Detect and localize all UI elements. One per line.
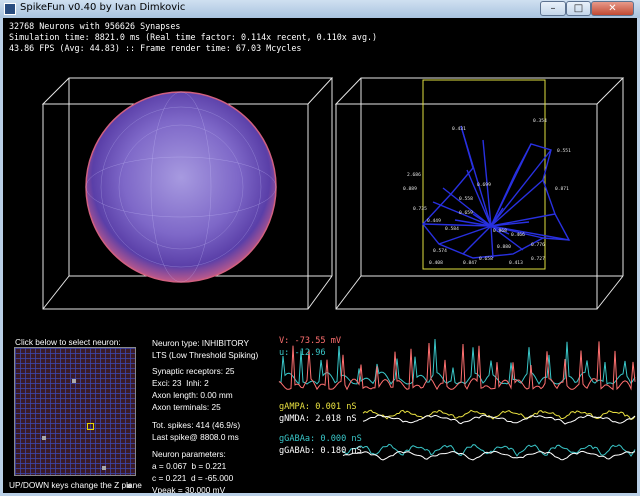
z-plane-frame (422, 79, 546, 270)
synapse-weight-label: 0.449 (427, 218, 441, 224)
synapse-weight-label: 0.408 (429, 260, 443, 266)
selected-neuron-marker[interactable] (87, 423, 94, 430)
cube-edge (307, 275, 333, 310)
gnmda-label: gNMDA: 2.018 nS (279, 414, 357, 424)
cube-edge (335, 275, 362, 310)
vpeak-text: Vpeak = 30.000 mV (152, 485, 226, 493)
connectivity-cube-view[interactable] (334, 77, 625, 310)
param-cd-text: c = 0.221 d = -65.000 (152, 473, 234, 483)
receptors-text: Synaptic receptors: 25 (152, 366, 235, 376)
last-spike-text: Last spike@ 8808.0 ms (152, 432, 239, 442)
synapse-weight-label: 0.658 (479, 256, 493, 262)
synapse-weight-label: 0.847 (463, 260, 477, 266)
synapse-edge (490, 179, 544, 227)
grid-title: Click below to select neuron: (15, 337, 121, 347)
render-viewport: 32768 Neurons with 956626 Synapses Simul… (3, 18, 637, 493)
neuron-selection-grid[interactable] (14, 347, 136, 488)
title-bar[interactable]: SpikeFun v0.40 by Ivan Dimkovic – □ ✕ (0, 0, 640, 18)
synapse-weight-label: 0.659 (459, 210, 473, 216)
synapse-weight-label: 0.558 (459, 196, 473, 202)
cube-edge (334, 77, 625, 105)
u-label: u: -12.96 (279, 348, 326, 358)
synapse-weight-label: 0.354 (533, 118, 547, 124)
ggabab-label: gGABAb: 0.180 nS (279, 446, 362, 456)
cube-edge (42, 275, 70, 310)
maximize-button[interactable]: □ (566, 1, 591, 16)
synapse-weight-label: 0.776 (531, 242, 545, 248)
cube-edge (596, 275, 624, 310)
v-trace (278, 341, 636, 391)
window-title: SpikeFun v0.40 by Ivan Dimkovic (20, 2, 186, 13)
synapse-weight-label: 0.413 (509, 260, 523, 266)
exci-inhi-text: Exci: 23 Inhi: 2 (152, 378, 209, 388)
synapse-weight-label: 0.880 (497, 244, 511, 250)
neuron-type-text: Neuron type: INHIBITORY (152, 338, 249, 348)
synapse-weight-label: 0.735 (413, 206, 427, 212)
synapse-weight-labels: 0.431 0.354 0.551 2.686 0.699 0.889 0.558 0.659… (403, 118, 571, 266)
synapse-path (422, 125, 571, 259)
grid-cell-active[interactable] (72, 379, 76, 383)
synapse-weight-label: 0.868 (493, 228, 507, 234)
params-title: Neuron parameters: (152, 449, 226, 459)
axon-terminals-text: Axon terminals: 25 (152, 402, 221, 412)
neuron-sphere (85, 91, 277, 283)
v-label: V: -73.55 mV (279, 336, 342, 346)
grid-cell-active[interactable] (42, 436, 46, 440)
synapse-weight-label: 0.584 (445, 226, 459, 232)
synapse-weight-label: 0.431 (452, 126, 466, 132)
synapse-weight-label: 0.574 (433, 248, 447, 254)
synapse-weight-label: 2.686 (407, 172, 421, 178)
gabab-trace (342, 450, 636, 461)
synapse-weight-label: 0.551 (557, 148, 571, 154)
synapse-edge (442, 187, 492, 227)
z-plane-hint: UP/DOWN keys change the Z plane (9, 480, 142, 490)
minimize-button[interactable]: – (540, 1, 566, 16)
app-window: SpikeFun v0.40 by Ivan Dimkovic – □ ✕ 32… (0, 0, 640, 496)
synapse-weight-label: 0.727 (531, 256, 545, 262)
gampa-label: gAMPA: 0.001 nS (279, 402, 357, 412)
param-ab-text: a = 0.067 b = 0.221 (152, 461, 227, 471)
spiking-class-text: LTS (Low Threshold Spiking) (152, 350, 259, 360)
close-button[interactable]: ✕ (591, 1, 634, 16)
synapse-weight-label: 0.889 (403, 186, 417, 192)
synapse-weight-label: 0.871 (555, 186, 569, 192)
nmda-trace (362, 414, 636, 425)
total-spikes-text: Tot. spikes: 414 (46.9/s) (152, 420, 241, 430)
axon-length-text: Axon length: 0.00 mm (152, 390, 233, 400)
app-icon (4, 3, 16, 15)
synapse-weight-label: 0.466 (511, 232, 525, 238)
ggabaa-label: gGABAa: 0.000 nS (279, 434, 362, 444)
grid-cell-active[interactable] (102, 466, 106, 470)
synapse-graph (422, 125, 571, 259)
synapse-weight-label: 0.699 (477, 182, 491, 188)
